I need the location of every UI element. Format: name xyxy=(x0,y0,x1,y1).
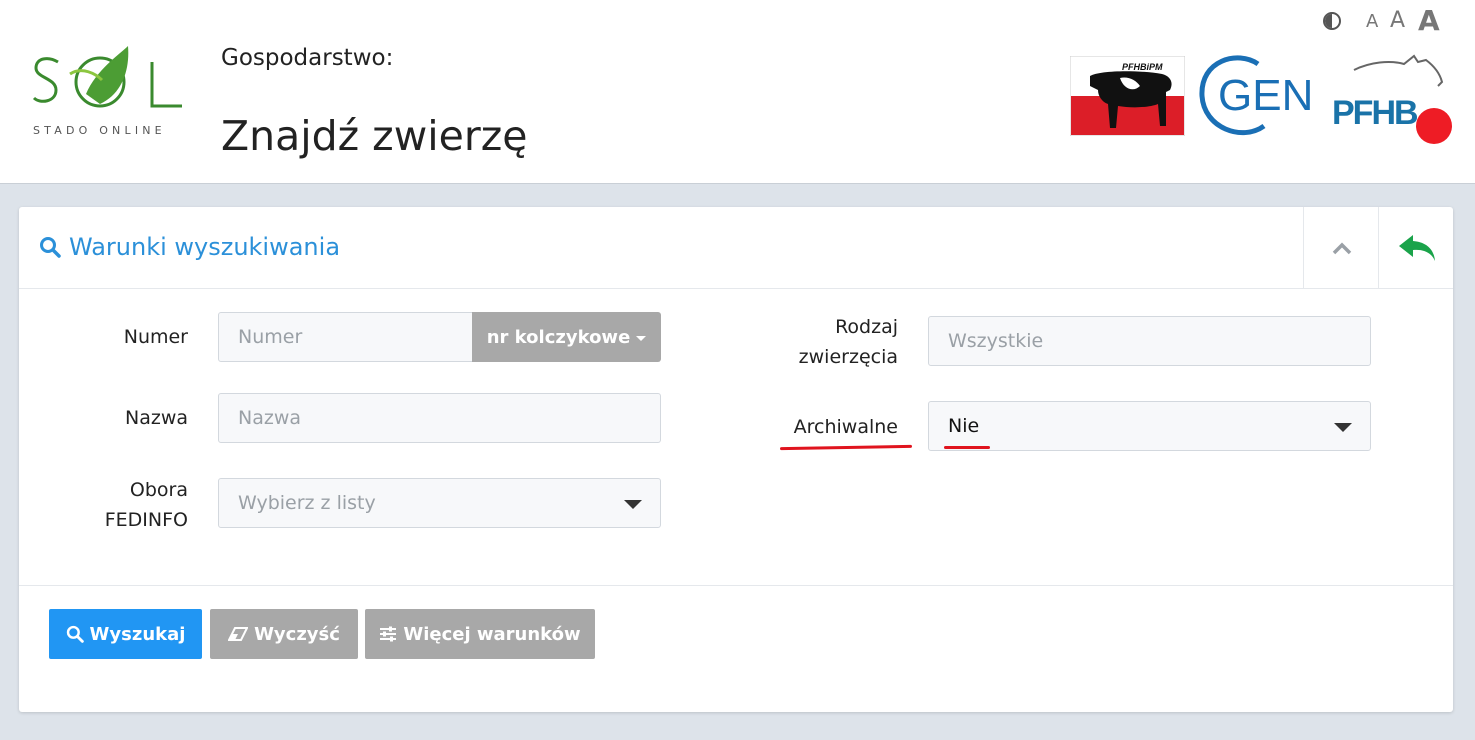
search-button[interactable]: Wyszukaj xyxy=(49,609,202,659)
panel-divider xyxy=(19,585,1453,586)
cgen-logo-text: GEN xyxy=(1218,71,1313,120)
logo-subtitle: STADO ONLINE xyxy=(33,124,166,137)
pfhbipm-logo[interactable]: PFHBiPM xyxy=(1069,55,1186,137)
sliders-icon xyxy=(380,626,397,642)
cgen-logo-graphic: GEN xyxy=(1199,55,1313,136)
font-size-large-button[interactable]: A xyxy=(1418,4,1440,37)
font-size-medium-button[interactable]: A xyxy=(1390,8,1405,33)
panel-header: Warunki wyszukiwania xyxy=(19,207,1453,289)
caret-down-icon xyxy=(636,336,647,341)
obora-label: Obora FEDINFO xyxy=(70,475,188,535)
app-header: STADO ONLINE Gospodarstwo: Znajdź zwierz… xyxy=(0,0,1475,184)
panel-title[interactable]: Warunki wyszukiwania xyxy=(39,233,340,261)
rodzaj-label-line1: Rodzaj xyxy=(835,316,898,338)
cgen-logo[interactable]: GEN xyxy=(1198,52,1324,138)
more-conditions-button[interactable]: Więcej warunków xyxy=(365,609,595,659)
rodzaj-input[interactable]: Wszystkie xyxy=(928,316,1371,366)
search-icon xyxy=(66,625,84,643)
contrast-icon[interactable] xyxy=(1323,12,1341,30)
pfhbipm-logo-graphic: PFHBiPM xyxy=(1069,55,1186,137)
archiwalne-select-value: Nie xyxy=(948,415,980,437)
eraser-icon xyxy=(228,627,249,641)
obora-select[interactable]: Wybierz z listy xyxy=(218,478,661,528)
clear-button[interactable]: Wyczyść xyxy=(210,609,358,659)
obora-label-line1: Obora xyxy=(129,479,188,501)
pfhb-logo-text: PFHB xyxy=(1332,94,1418,132)
nazwa-input[interactable]: Nazwa xyxy=(218,393,661,443)
page-title: Znajdź zwierzę xyxy=(221,112,528,160)
back-button[interactable] xyxy=(1378,207,1454,288)
archiwalne-label: Archiwalne xyxy=(793,416,898,438)
archiwalne-value-annotation xyxy=(944,446,990,449)
farm-label: Gospodarstwo: xyxy=(221,45,394,71)
sol-logo-graphic xyxy=(32,46,182,108)
numer-label: Numer xyxy=(123,326,188,348)
nazwa-label: Nazwa xyxy=(124,407,188,429)
number-type-label: nr kolczykowe xyxy=(486,326,631,348)
numer-input[interactable]: Numer xyxy=(218,312,474,362)
sol-logo[interactable]: STADO ONLINE xyxy=(30,40,190,140)
panel-title-label: Warunki wyszukiwania xyxy=(69,233,341,261)
chevron-up-icon xyxy=(1332,242,1351,254)
font-size-small-button[interactable]: A xyxy=(1366,11,1378,32)
number-type-dropdown[interactable]: nr kolczykowe xyxy=(472,312,661,362)
pfhbipm-logo-text: PFHBiPM xyxy=(1122,62,1163,72)
more-conditions-label: Więcej warunków xyxy=(403,623,581,645)
caret-down-icon xyxy=(624,500,642,509)
reply-arrow-icon xyxy=(1398,234,1435,261)
obora-label-line2: FEDINFO xyxy=(104,509,188,531)
search-button-label: Wyszukaj xyxy=(89,623,186,645)
pfhb-logo[interactable]: PFHB xyxy=(1330,52,1456,146)
pfhb-red-dot xyxy=(1416,108,1452,144)
rodzaj-label: Rodzaj zwierzęcia xyxy=(760,312,898,372)
search-icon xyxy=(40,237,61,258)
rodzaj-label-line2: zwierzęcia xyxy=(798,346,898,368)
pfhb-logo-graphic: PFHB xyxy=(1332,54,1452,144)
caret-down-icon xyxy=(1334,423,1352,432)
collapse-button[interactable] xyxy=(1303,207,1379,288)
obora-select-placeholder: Wybierz z listy xyxy=(238,492,376,514)
clear-button-label: Wyczyść xyxy=(254,623,340,645)
archiwalne-select[interactable]: Nie xyxy=(928,401,1371,451)
